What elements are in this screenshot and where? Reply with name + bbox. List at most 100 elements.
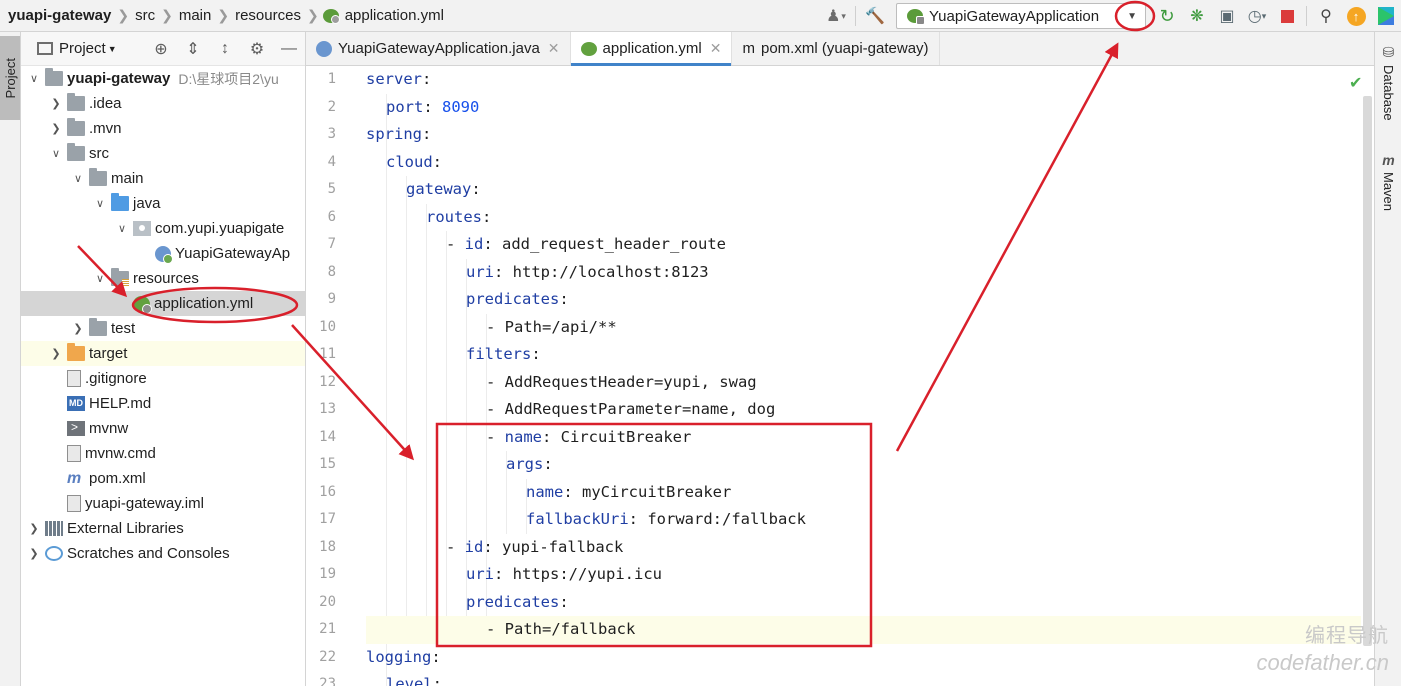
breadcrumb-item[interactable]: main ❯ <box>173 0 229 32</box>
spring-icon <box>316 40 332 57</box>
expand-all-icon[interactable]: ⇕ <box>177 39 209 59</box>
tree-item[interactable]: ∨ java <box>21 191 305 216</box>
code-line[interactable]: - name: CircuitBreaker <box>366 424 1361 452</box>
maven-icon: m <box>67 470 82 487</box>
tree-item[interactable]: ❯ test <box>21 316 305 341</box>
code-line[interactable]: port: 8090 <box>366 94 1361 122</box>
code-line[interactable]: gateway: <box>366 176 1361 204</box>
database-tool-tab[interactable]: ⛁ Database <box>1375 44 1401 121</box>
tree-item[interactable]: ❯ .idea <box>21 91 305 116</box>
maven-icon: m <box>1382 152 1395 168</box>
code-line[interactable]: - id: add_request_header_route <box>366 231 1361 259</box>
project-view-selector[interactable]: Project ▼ <box>37 40 117 57</box>
code-editor[interactable]: server: port: 8090 spring: cloud: gateway… <box>366 66 1361 686</box>
editor-scrollbar[interactable] <box>1361 66 1374 686</box>
code-line[interactable]: cloud: <box>366 149 1361 177</box>
tree-item[interactable]: YuapiGatewayAp <box>21 241 305 266</box>
collapse-all-icon[interactable]: ↕ <box>209 40 241 58</box>
debug-icon[interactable]: ❋ <box>1185 4 1209 28</box>
tree-item[interactable]: ❯ target <box>21 341 305 366</box>
chevron-right-icon[interactable]: ❯ <box>27 522 41 535</box>
project-tool-tab[interactable]: Project <box>0 36 20 120</box>
tree-item[interactable]: ∨ com.yupi.yuapigate <box>21 216 305 241</box>
editor-tab-label: application.yml <box>602 40 702 57</box>
code-line[interactable]: filters: <box>366 341 1361 369</box>
scrollbar-thumb[interactable] <box>1363 96 1372 646</box>
settings-icon[interactable]: ⚙ <box>241 39 273 59</box>
editor-tab[interactable]: application.yml ✕ <box>570 32 733 66</box>
chevron-down-icon[interactable]: ∨ <box>27 72 41 85</box>
chevron-down-icon[interactable]: ∨ <box>71 172 85 185</box>
tree-item[interactable]: yuapi-gateway.iml <box>21 491 305 516</box>
coverage-icon[interactable]: ▣ <box>1215 4 1239 28</box>
run-configuration-select[interactable]: YuapiGatewayApplication ▼ <box>896 3 1146 29</box>
stop-icon[interactable] <box>1275 4 1299 28</box>
tree-item[interactable]: .gitignore <box>21 366 305 391</box>
tree-item[interactable]: ∨ yuapi-gateway D:\星球项目2\yu <box>21 66 305 91</box>
code-line[interactable]: uri: https://yupi.icu <box>366 561 1361 589</box>
code-line[interactable]: predicates: <box>366 286 1361 314</box>
rerun-icon[interactable]: ↻ <box>1155 4 1179 28</box>
hide-icon[interactable]: — <box>273 40 305 58</box>
code-line[interactable]: name: myCircuitBreaker <box>366 479 1361 507</box>
code-line[interactable]: args: <box>366 451 1361 479</box>
code-line[interactable]: - AddRequestHeader=yupi, swag <box>366 369 1361 397</box>
profile-icon[interactable]: ◷ ▾ <box>1245 4 1269 28</box>
tree-item[interactable]: m pom.xml <box>21 466 305 491</box>
tree-item[interactable]: ∨ src <box>21 141 305 166</box>
code-line[interactable]: uri: http://localhost:8123 <box>366 259 1361 287</box>
inspection-ok-icon[interactable]: ✔ <box>1349 73 1362 93</box>
code-line[interactable]: server: <box>366 66 1361 94</box>
chevron-down-icon[interactable]: ∨ <box>115 222 129 235</box>
code-line[interactable]: predicates: <box>366 589 1361 617</box>
tree-item[interactable]: ❯ External Libraries <box>21 516 305 541</box>
maven-tool-tab[interactable]: m Maven <box>1375 152 1401 211</box>
chevron-right-icon[interactable]: ❯ <box>71 322 85 335</box>
breadcrumb-item[interactable]: resources ❯ <box>229 0 319 32</box>
toolbox-icon[interactable] <box>1374 4 1398 28</box>
code-line[interactable]: logging: <box>366 644 1361 672</box>
yaml-colon: : <box>559 290 578 308</box>
code-line[interactable]: routes: <box>366 204 1361 232</box>
code-line[interactable]: fallbackUri: forward:/fallback <box>366 506 1361 534</box>
tree-item[interactable]: mvnw <box>21 416 305 441</box>
tree-item[interactable]: ❯ .mvn <box>21 116 305 141</box>
search-icon[interactable]: ⚲ <box>1314 4 1338 28</box>
code-line[interactable]: - AddRequestParameter=name, dog <box>366 396 1361 424</box>
tree-item[interactable]: ∨ resources <box>21 266 305 291</box>
code-line[interactable]: level: <box>366 671 1361 686</box>
chevron-right-icon[interactable]: ❯ <box>49 97 63 110</box>
chevron-right-icon[interactable]: ❯ <box>27 547 41 560</box>
chevron-down-icon[interactable]: ∨ <box>93 197 107 210</box>
close-icon[interactable]: ✕ <box>548 40 560 57</box>
markdown-icon: MD <box>67 396 85 411</box>
editor-tab[interactable]: m pom.xml (yuapi-gateway) <box>732 32 940 65</box>
build-hammer-icon[interactable]: 🔨 <box>863 4 887 28</box>
chevron-down-icon[interactable]: ∨ <box>93 272 107 285</box>
update-icon[interactable]: ↑ <box>1344 4 1368 28</box>
line-number: 12 <box>319 373 336 390</box>
tree-item[interactable]: mvnw.cmd <box>21 441 305 466</box>
chevron-right-icon[interactable]: ❯ <box>49 122 63 135</box>
spring-class-icon <box>155 245 173 264</box>
breadcrumb-item[interactable]: src ❯ <box>129 0 173 32</box>
breadcrumb-item[interactable]: yuapi-gateway ❯ <box>0 0 129 32</box>
chevron-right-icon[interactable]: ❯ <box>49 347 63 360</box>
close-icon[interactable]: ✕ <box>710 40 722 57</box>
locate-icon[interactable]: ⊕ <box>145 39 177 59</box>
main-toolbar: ♟ ▾ 🔨 YuapiGatewayApplication ▼ ↻ ❋ ▣ ◷ ▾ … <box>821 0 1401 32</box>
code-line[interactable]: spring: <box>366 121 1361 149</box>
code-line[interactable]: - id: yupi-fallback <box>366 534 1361 562</box>
editor-tab[interactable]: YuapiGatewayApplication.java ✕ <box>306 32 571 65</box>
line-number: 13 <box>319 401 336 417</box>
breadcrumb-item[interactable]: application.yml <box>319 0 450 32</box>
tree-item[interactable]: application.yml <box>21 291 305 316</box>
tree-item[interactable]: ❯ Scratches and Consoles <box>21 541 305 566</box>
chevron-down-icon[interactable]: ∨ <box>49 147 63 160</box>
tree-item[interactable]: ∨ main <box>21 166 305 191</box>
tree-item[interactable]: MD HELP.md <box>21 391 305 416</box>
code-line[interactable]: - Path=/api/** <box>366 314 1361 342</box>
code-line[interactable]: - Path=/fallback <box>366 616 1361 644</box>
yaml-value: http://localhost:8123 <box>512 262 709 281</box>
user-icon[interactable]: ♟ ▾ <box>824 4 848 28</box>
